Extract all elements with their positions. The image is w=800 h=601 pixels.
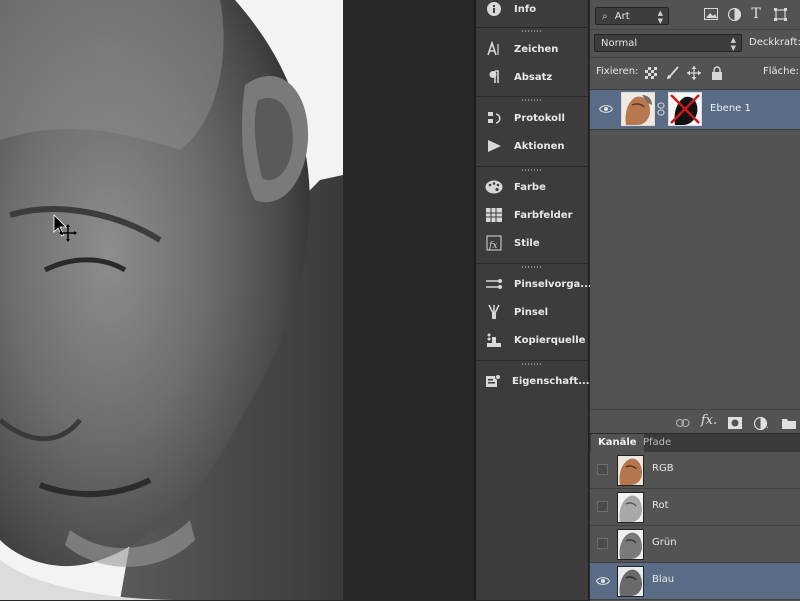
lock-label: Fixieren: xyxy=(596,66,639,77)
brush-icon xyxy=(485,303,503,321)
adjustment-filter-icon[interactable] xyxy=(726,6,742,22)
search-icon: ⌕ xyxy=(602,11,608,22)
updown-arrows-icon: ▲ ▼ xyxy=(730,36,736,52)
divider xyxy=(590,57,800,58)
channel-thumbnail xyxy=(617,492,644,523)
channels-tabbar: Kanäle Pfade xyxy=(590,434,800,452)
dock-item-label: Protokoll xyxy=(514,112,565,124)
dock-item-label: Farbfelder xyxy=(514,209,573,221)
dock-item-label: Farbe xyxy=(514,181,546,193)
portrait-photo xyxy=(0,0,343,600)
image-filter-icon[interactable] xyxy=(703,6,719,22)
layers-panel-footer: fx. xyxy=(590,409,800,434)
channel-visibility-toggle[interactable] xyxy=(597,464,608,475)
channel-thumbnail xyxy=(617,566,644,597)
layers-panel: ⌕ Art ▲ ▼ T Normal ▲ ▼ Deckkraft: Fixieren… xyxy=(590,0,800,434)
styles-fx-icon: fx xyxy=(485,234,503,252)
divider xyxy=(590,29,800,30)
blend-mode-value: Normal xyxy=(601,38,638,49)
dock-item-kopierquelle[interactable]: Kopierquelle xyxy=(476,327,588,353)
dock-item-label: Pinselvorga... xyxy=(514,278,592,290)
opacity-label: Deckkraft: xyxy=(749,37,800,48)
workspace-background xyxy=(343,0,476,600)
dock-group-grip[interactable] xyxy=(476,360,588,367)
lock-position-move-icon[interactable] xyxy=(687,66,701,80)
channel-name: RGB xyxy=(652,463,674,474)
shape-filter-icon[interactable] xyxy=(772,6,788,22)
dock-item-absatz[interactable]: Absatz xyxy=(476,64,588,90)
dock-item-farbe[interactable]: Farbe xyxy=(476,174,588,200)
dock-item-label: Zeichen xyxy=(514,43,559,55)
dock-item-farbfelder[interactable]: Farbfelder xyxy=(476,202,588,228)
dock-group-grip[interactable] xyxy=(476,166,588,173)
dock-item-stile[interactable]: fx Stile xyxy=(476,230,588,256)
fx-icon[interactable]: fx. xyxy=(701,413,717,428)
folder-icon[interactable] xyxy=(782,416,796,430)
layer-name[interactable]: Ebene 1 xyxy=(710,103,751,114)
dock-item-eigenschaften[interactable]: Eigenschaft... xyxy=(476,368,590,394)
blend-mode-select[interactable]: Normal ▲ ▼ xyxy=(594,34,742,52)
channels-panel: Kanäle Pfade RGB Rot Grün Blau xyxy=(590,433,800,601)
document-canvas[interactable] xyxy=(0,0,343,600)
dock-item-pinselvorgaben[interactable]: Pinselvorga... xyxy=(476,271,592,297)
actions-play-icon xyxy=(485,137,503,155)
dock-group-grip[interactable] xyxy=(476,27,588,34)
info-icon xyxy=(485,0,503,18)
channel-visibility-toggle[interactable] xyxy=(597,538,608,549)
channel-name: Blau xyxy=(652,574,675,585)
channel-name: Grün xyxy=(652,537,677,548)
dock-item-aktionen[interactable]: Aktionen xyxy=(476,133,588,159)
dock-item-protokoll[interactable]: Protokoll xyxy=(476,105,588,131)
dock-item-label: Kopierquelle xyxy=(514,334,586,346)
dock-group-grip[interactable] xyxy=(476,263,588,270)
history-icon xyxy=(485,109,503,127)
lock-pixels-brush-icon[interactable] xyxy=(665,66,679,80)
channel-name: Rot xyxy=(652,500,669,511)
dock-group-grip[interactable] xyxy=(476,96,588,103)
tab-pfade[interactable]: Pfade xyxy=(636,434,678,452)
lock-transparency-icon[interactable] xyxy=(644,66,658,80)
layer-filter-select[interactable]: ⌕ Art ▲ ▼ xyxy=(595,7,669,25)
filter-kind-value: Art xyxy=(614,11,630,22)
channel-row-rgb[interactable]: RGB xyxy=(590,452,800,489)
dock-item-pinsel[interactable]: Pinsel xyxy=(476,299,588,325)
mask-icon[interactable] xyxy=(728,416,742,430)
swatches-icon xyxy=(485,206,503,224)
brush-presets-icon xyxy=(485,275,503,293)
type-filter-icon[interactable]: T xyxy=(748,6,764,22)
layer-thumbnail[interactable] xyxy=(621,92,655,126)
channel-visibility-toggle[interactable] xyxy=(597,501,608,512)
eye-visibility-icon[interactable] xyxy=(596,576,610,586)
paragraph-icon xyxy=(485,68,503,86)
clone-source-icon xyxy=(485,331,503,349)
adjustment-icon[interactable] xyxy=(754,416,768,430)
fill-label: Fläche: xyxy=(763,66,800,77)
channel-row-rot[interactable]: Rot xyxy=(590,489,800,526)
dock-item-label: Absatz xyxy=(514,71,553,83)
channel-row-gruen[interactable]: Grün xyxy=(590,526,800,563)
character-icon xyxy=(485,40,503,58)
panel-dock: Info Zeichen Absatz Protokoll Aktionen F… xyxy=(476,0,592,600)
properties-icon xyxy=(485,372,501,390)
eye-visibility-icon[interactable] xyxy=(599,104,613,114)
lock-all-icon[interactable] xyxy=(710,66,724,80)
dock-item-label: Info xyxy=(514,3,537,15)
layer-mask-thumbnail[interactable] xyxy=(668,92,702,126)
dock-item-label: Stile xyxy=(514,237,540,249)
link-icon[interactable] xyxy=(676,416,690,430)
svg-text:fx: fx xyxy=(488,241,497,251)
palette-icon xyxy=(485,178,503,196)
mask-link-chain-icon[interactable] xyxy=(657,102,665,116)
channel-thumbnail xyxy=(617,529,644,560)
updown-arrows-icon: ▲ ▼ xyxy=(657,9,663,25)
dock-item-label: Aktionen xyxy=(514,140,565,152)
layer-row[interactable]: Ebene 1 xyxy=(590,89,800,130)
dock-item-label: Eigenschaft... xyxy=(512,375,590,387)
channel-thumbnail xyxy=(617,455,644,486)
dock-item-zeichen[interactable]: Zeichen xyxy=(476,36,588,62)
channel-row-blau[interactable]: Blau xyxy=(590,563,800,600)
dock-item-label: Pinsel xyxy=(514,306,549,318)
dock-item-info[interactable]: Info xyxy=(476,0,588,22)
